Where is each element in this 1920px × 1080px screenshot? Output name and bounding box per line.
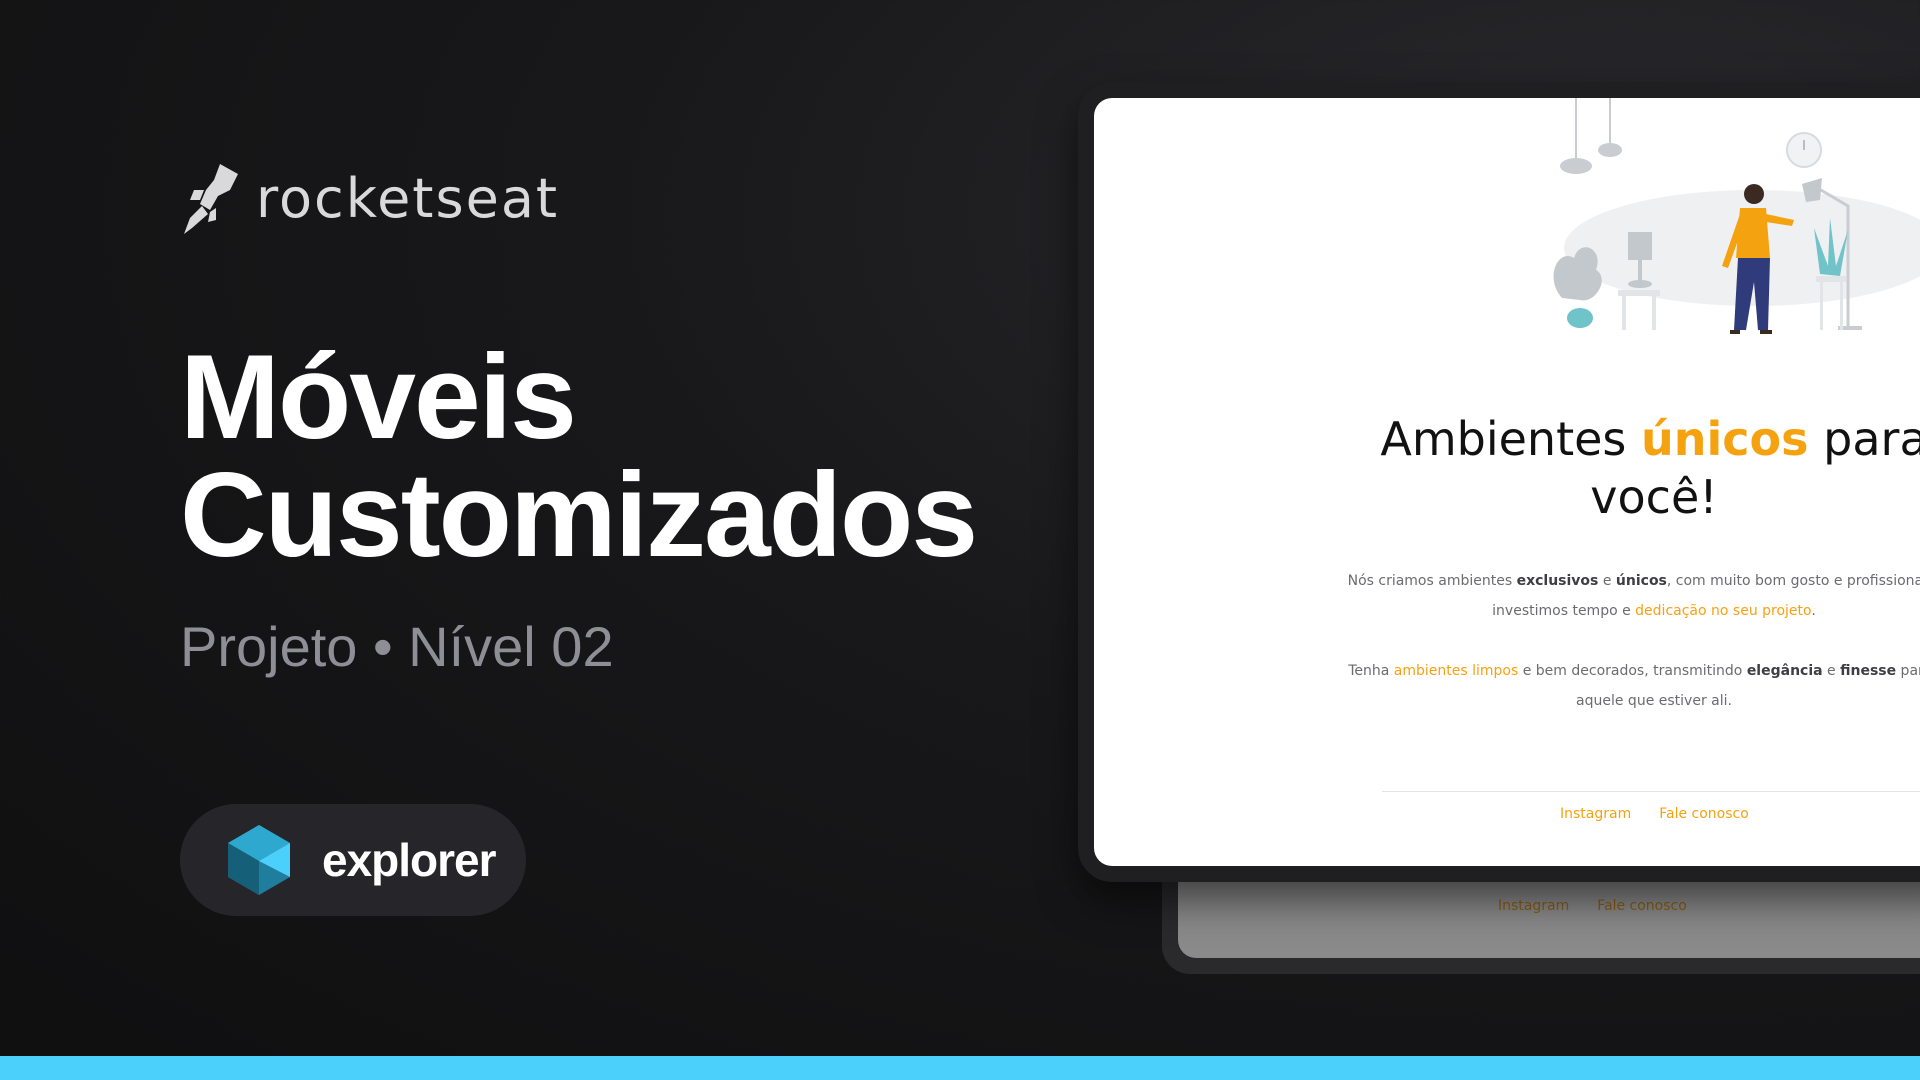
bottom-accent-bar	[0, 1056, 1920, 1080]
rocket-icon	[184, 164, 238, 234]
page-subtitle: Projeto • Nível 02	[180, 615, 614, 678]
back-instagram-link: Instagram	[1498, 898, 1570, 914]
p1-text: .	[1811, 603, 1816, 619]
contact-link[interactable]: Fale conosco	[1659, 806, 1749, 822]
heading-start: Ambientes	[1380, 412, 1641, 466]
p1-text: , com muito bom gosto e profissionalismo	[1666, 573, 1920, 589]
p2-highlight: ambientes limpos	[1393, 663, 1519, 679]
preview-heading: Ambientes únicos para você!	[1094, 410, 1920, 526]
p2-text: aquele que estiver ali.	[1576, 693, 1732, 709]
back-contact-link: Fale conosco	[1597, 898, 1687, 914]
preview-heading-line-1: Ambientes únicos para	[1094, 410, 1920, 468]
explorer-hexagon-icon	[228, 825, 290, 895]
explorer-badge: explorer	[180, 804, 526, 916]
preview-footer-links: Instagram Fale conosco	[1560, 806, 1749, 822]
badge-label: explorer	[322, 834, 497, 886]
preview-screen: Ambientes únicos para você! Nós criamos …	[1094, 98, 1920, 866]
back-footer-links: Instagram Fale conosco	[1498, 898, 1687, 914]
instagram-link[interactable]: Instagram	[1560, 806, 1631, 822]
title-line-2: Customizados	[180, 448, 978, 582]
heading-accent: únicos	[1641, 412, 1809, 466]
p1-bold-unicos: únicos	[1615, 573, 1667, 589]
brand-name: rocketseat	[256, 166, 560, 230]
heading-end: para	[1808, 412, 1920, 466]
p2-bold-finesse: finesse	[1840, 663, 1897, 679]
p2-text: e bem decorados, transmitindo	[1518, 663, 1747, 679]
interior-illustration	[1553, 98, 1920, 334]
footer-divider	[1382, 791, 1920, 792]
p1-highlight: dedicação no seu projeto	[1635, 603, 1812, 619]
page-title: Móveis Customizados	[180, 330, 978, 582]
p1-text: investimos tempo e	[1492, 603, 1636, 619]
p2-text: para tod	[1900, 663, 1920, 679]
p2-text: Tenha	[1348, 663, 1394, 679]
p2-bold-elegancia: elegância	[1746, 663, 1823, 679]
preview-paragraph-2: Tenha ambientes limpos e bem decorados, …	[1094, 656, 1920, 716]
brand: rocketseat	[180, 160, 559, 236]
p2-text: e	[1822, 663, 1841, 679]
p1-text: Nós criamos ambientes	[1347, 573, 1517, 589]
p1-bold-exclusivos: exclusivos	[1516, 573, 1599, 589]
preview-heading-line-2: você!	[1590, 470, 1718, 524]
title-line-1: Móveis	[180, 330, 577, 464]
p1-text: e	[1598, 573, 1616, 589]
preview-paragraph-1: Nós criamos ambientes exclusivos e único…	[1094, 566, 1920, 626]
